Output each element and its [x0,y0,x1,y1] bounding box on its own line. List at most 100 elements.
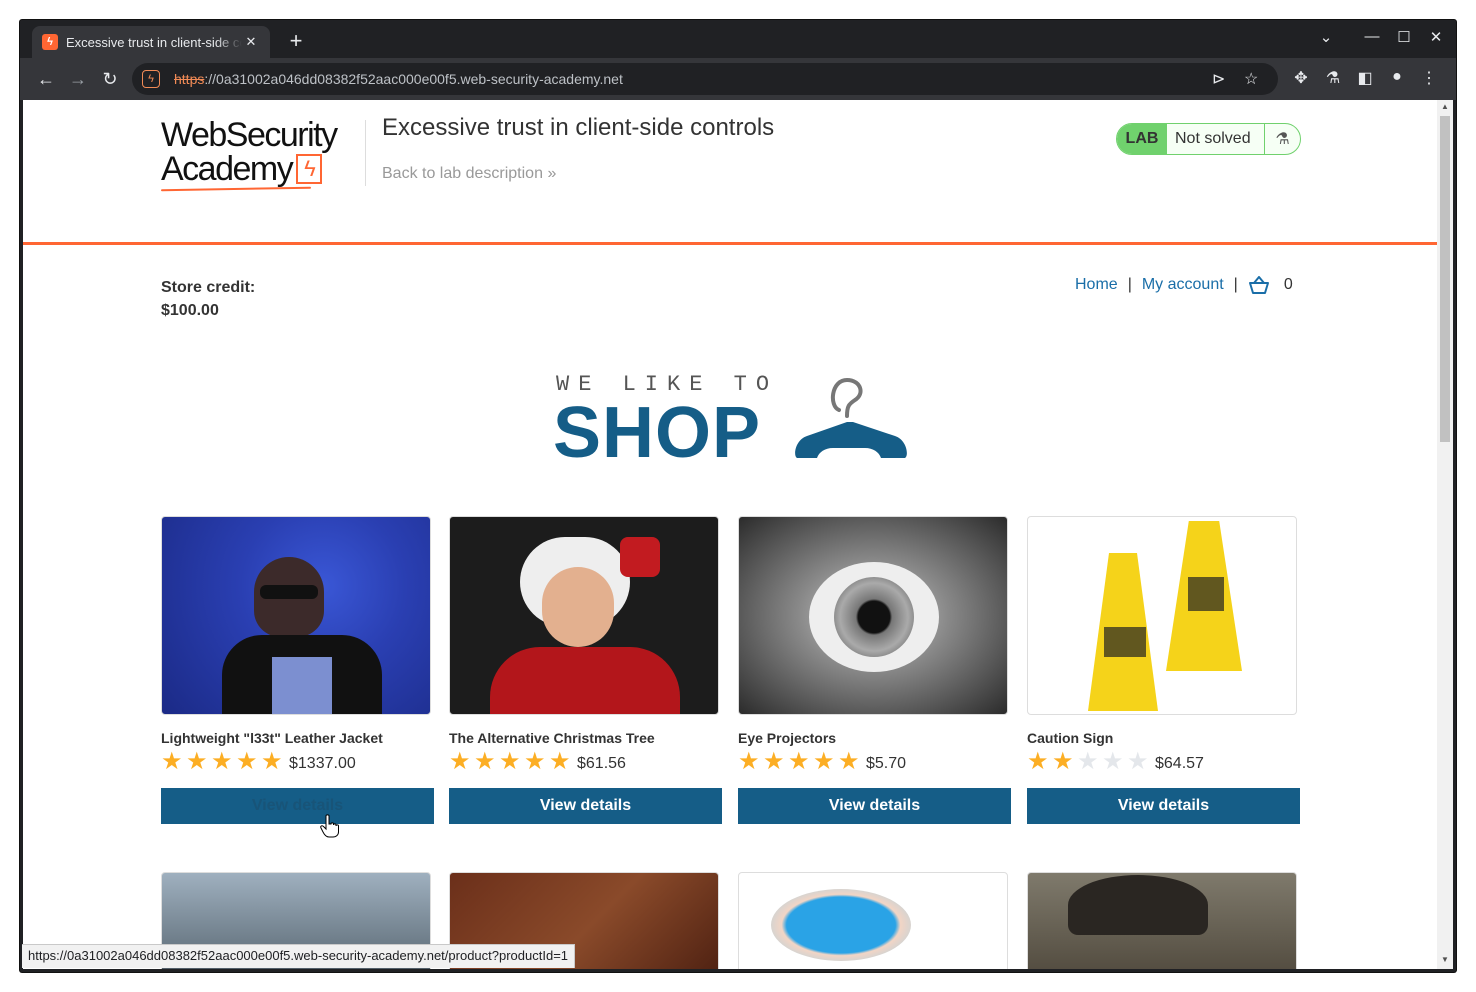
send-to-devices-icon[interactable]: ⊳ [1212,69,1225,89]
back-arrow-icon[interactable]: ← [32,66,60,92]
side-panel-icon[interactable]: ◧ [1354,68,1376,88]
store-credit-label: Store credit: [161,279,256,296]
extensions-puzzle-icon[interactable]: ✥ [1290,68,1312,88]
page-viewport: WebSecurity Academy ϟ Excessive trust in … [23,100,1437,969]
shopping-basket-icon[interactable] [1248,276,1270,294]
star-filled-icon: ★ [449,748,471,775]
maximize-window-icon[interactable]: ☐ [1388,28,1420,46]
product-card: Lightweight "l33t" Leather Jacket ★ ★ ★ … [161,516,434,824]
star-filled-icon: ★ [838,748,860,775]
product-card [1027,872,1300,969]
web-security-academy-logo[interactable]: WebSecurity Academy ϟ [160,116,366,198]
cart-count[interactable]: 0 [1284,276,1293,294]
star-empty-icon: ★ [1102,748,1124,775]
view-details-button[interactable]: View details [738,788,1011,824]
product-image-headphones[interactable] [161,516,431,715]
lab-badge-label: LAB [1117,124,1167,154]
star-filled-icon: ★ [813,748,835,775]
banner-shop-word: SHOP [553,393,762,473]
lab-status-text: Not solved [1175,130,1251,147]
product-price: $64.57 [1155,755,1204,772]
logo-text-line1: WebSecurity [161,116,338,154]
lab-status-badge: LAB Not solved ⚗ [1116,123,1301,155]
star-filled-icon: ★ [549,748,571,775]
star-filled-icon: ★ [763,748,785,775]
product-image-christmas-tree[interactable] [449,516,719,715]
my-account-link[interactable]: My account [1142,276,1224,294]
home-link[interactable]: Home [1075,276,1118,294]
star-filled-icon: ★ [211,748,233,775]
url-text: https://0a31002a046dd08382f52aac000e00f5… [174,71,623,87]
labs-flask-icon[interactable]: ⚗ [1322,68,1344,88]
product-image-eye[interactable] [738,516,1008,715]
header-rule [23,242,1437,245]
star-filled-icon: ★ [524,748,546,775]
profile-avatar-icon[interactable]: ● [1386,68,1408,86]
url-scheme: https [174,71,205,87]
browser-menu-icon[interactable]: ⋮ [1418,68,1440,88]
star-filled-icon: ★ [236,748,258,775]
hand-pointer-cursor-icon [320,814,339,838]
bookmark-star-icon[interactable]: ☆ [1244,69,1258,89]
star-empty-icon: ★ [1077,748,1099,775]
clothes-hanger-icon [795,377,907,458]
back-link-label: Back to lab description [382,165,543,182]
santa-face [542,567,614,647]
site-info-icon[interactable]: ϟ [142,70,160,88]
shirt [272,657,332,714]
top-navigation: Home | My account | 0 [1075,276,1293,294]
view-details-button[interactable]: View details [1027,788,1300,824]
product-rating: ★ ★ ★ ★ ★ $1337.00 [161,750,356,774]
product-rating: ★ ★ ★ ★ ★ $61.56 [449,750,626,774]
scroll-down-arrow-icon[interactable]: ▼ [1437,955,1453,964]
logo-text-line2: Academy ϟ [161,152,366,186]
product-price: $61.56 [577,755,626,772]
portswigger-favicon-icon: ϟ [42,34,58,50]
eye-iris [834,577,914,657]
logo-text-academy: Academy [161,150,294,188]
we-like-to-shop-banner: WE LIKE TO SHOP [553,368,913,473]
back-to-lab-description-link[interactable]: Back to lab description » [382,165,556,183]
pool [771,889,911,961]
close-window-icon[interactable]: ✕ [1420,28,1452,46]
star-filled-icon: ★ [1052,748,1074,775]
star-filled-icon: ★ [186,748,208,775]
reload-icon[interactable]: ↻ [96,66,124,92]
address-bar[interactable]: ϟ https://0a31002a046dd08382f52aac000e00… [132,63,1278,95]
product-image-paddling-pool[interactable] [738,872,1008,969]
url-host: ://0a31002a046dd08382f52aac000e00f5.web-… [204,71,623,87]
vertical-scrollbar[interactable]: ▲ ▼ [1437,100,1453,969]
santa-suit [490,647,680,714]
product-card [738,872,1011,969]
star-filled-icon: ★ [474,748,496,775]
star-filled-icon: ★ [499,748,521,775]
caution-sign-text [1104,627,1146,657]
nav-separator: | [1233,276,1238,293]
flask-icon: ⚗ [1264,124,1300,154]
product-price: $5.70 [866,755,907,772]
new-tab-button[interactable]: + [282,28,310,56]
lightning-bolt-icon: ϟ [296,154,323,184]
forward-arrow-icon[interactable]: → [64,66,92,92]
star-filled-icon: ★ [161,748,183,775]
minimize-window-icon[interactable]: — [1356,28,1388,45]
star-filled-icon: ★ [738,748,760,775]
product-name: The Alternative Christmas Tree [449,730,655,746]
view-details-button[interactable]: View details [449,788,722,824]
product-card: The Alternative Christmas Tree ★ ★ ★ ★ ★… [449,516,722,824]
product-image-caution-sign[interactable] [1027,516,1297,715]
sunglasses [260,585,318,599]
browser-tab[interactable]: ϟ Excessive trust in client-side control… [32,26,270,58]
view-details-button[interactable]: View details [161,788,434,824]
scrollbar-thumb[interactable] [1440,116,1450,442]
product-image-man-with-hat[interactable] [1027,872,1297,969]
browser-window: ϟ Excessive trust in client-side control… [20,20,1456,972]
tab-bar: ϟ Excessive trust in client-side control… [20,20,1456,58]
tab-close-icon[interactable]: ✕ [242,34,260,50]
tab-search-chevron-icon[interactable]: ⌄ [1310,28,1342,46]
product-rating: ★ ★ ★ ★ ★ $5.70 [738,750,906,774]
product-rating: ★ ★ ★ ★ ★ $64.57 [1027,750,1204,774]
nav-separator: | [1127,276,1132,293]
scroll-up-arrow-icon[interactable]: ▲ [1437,102,1453,111]
browser-toolbar: ← → ↻ ϟ https://0a31002a046dd08382f52aac… [20,58,1456,100]
